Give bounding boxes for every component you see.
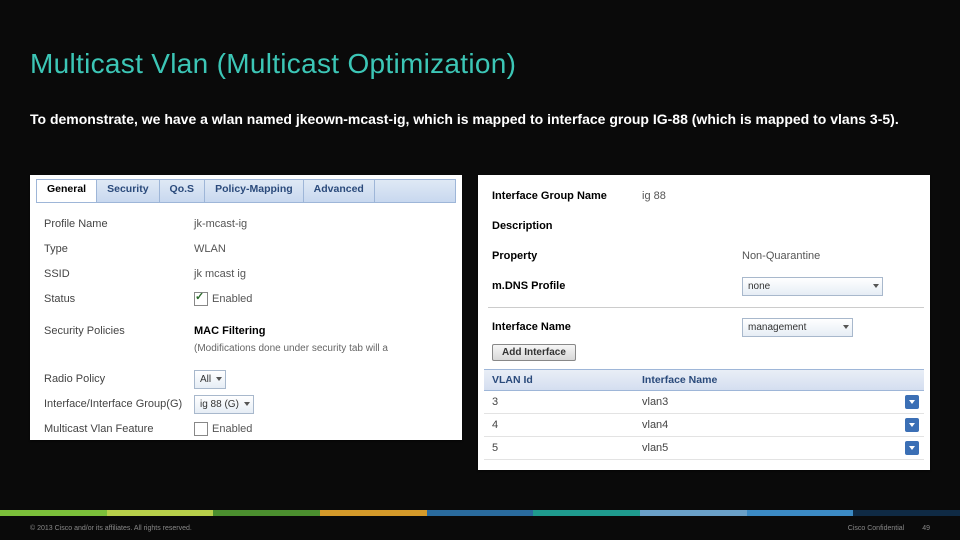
row-menu-icon[interactable] (905, 395, 919, 409)
interface-group-panel: Interface Group Nameig 88 Description Pr… (478, 175, 930, 470)
type-value: WLAN (194, 243, 226, 255)
tab-qos[interactable]: Qo.S (160, 180, 206, 202)
interface-group-select[interactable]: ig 88 (G) (194, 395, 254, 414)
radio-policy-label: Radio Policy (44, 373, 194, 385)
mdns-label: m.DNS Profile (492, 280, 642, 292)
tab-security[interactable]: Security (97, 180, 159, 202)
mdns-select[interactable]: none (742, 277, 883, 296)
status-checkbox[interactable] (194, 292, 208, 306)
status-label: Status (44, 293, 194, 305)
profile-name-value: jk-mcast-ig (194, 218, 247, 230)
page-title: Multicast Vlan (Multicast Optimization) (30, 48, 516, 80)
interface-group-label: Interface/Interface Group(G) (44, 398, 194, 410)
table-row: 4vlan4 (484, 414, 924, 437)
copyright: © 2013 Cisco and/or its affiliates. All … (30, 525, 192, 532)
interface-table-header: VLAN Id Interface Name (484, 369, 924, 391)
property-label: Property (492, 250, 642, 262)
table-row: 5vlan5 (484, 437, 924, 460)
radio-policy-select[interactable]: All (194, 370, 226, 389)
th-vlan-id: VLAN Id (484, 374, 642, 386)
mac-filtering-value: MAC Filtering (194, 325, 266, 337)
description-label: Description (492, 220, 642, 232)
tab-advanced[interactable]: Advanced (304, 180, 375, 202)
security-note: (Modifications done under security tab w… (194, 343, 452, 354)
status-text: Enabled (212, 293, 252, 305)
row-menu-icon[interactable] (905, 418, 919, 432)
property-value: Non-Quarantine (742, 250, 820, 262)
confidential-label: Cisco Confidential (848, 525, 904, 532)
ign-value: ig 88 (642, 190, 666, 202)
multicast-vlan-text: Enabled (212, 423, 252, 435)
security-policies-label: Security Policies (44, 325, 194, 337)
type-label: Type (44, 243, 194, 255)
interface-name-label: Interface Name (492, 321, 642, 333)
ssid-label: SSID (44, 268, 194, 280)
ssid-value: jk mcast ig (194, 268, 246, 280)
tab-bar: General Security Qo.S Policy-Mapping Adv… (36, 179, 456, 203)
wlan-general-panel: General Security Qo.S Policy-Mapping Adv… (30, 175, 462, 440)
multicast-vlan-checkbox[interactable] (194, 422, 208, 436)
th-interface-name: Interface Name (642, 374, 924, 386)
profile-name-label: Profile Name (44, 218, 194, 230)
tab-policy-mapping[interactable]: Policy-Mapping (205, 180, 304, 202)
ign-label: Interface Group Name (492, 190, 642, 202)
row-menu-icon[interactable] (905, 441, 919, 455)
table-row: 3vlan3 (484, 391, 924, 414)
add-interface-button[interactable]: Add Interface (492, 344, 576, 361)
multicast-vlan-label: Multicast Vlan Feature (44, 423, 194, 435)
tab-general[interactable]: General (37, 180, 97, 202)
footer: © 2013 Cisco and/or its affiliates. All … (0, 516, 960, 540)
page-number: 49 (922, 525, 930, 532)
interface-name-select[interactable]: management (742, 318, 853, 337)
body-text: To demonstrate, we have a wlan named jke… (30, 110, 930, 129)
